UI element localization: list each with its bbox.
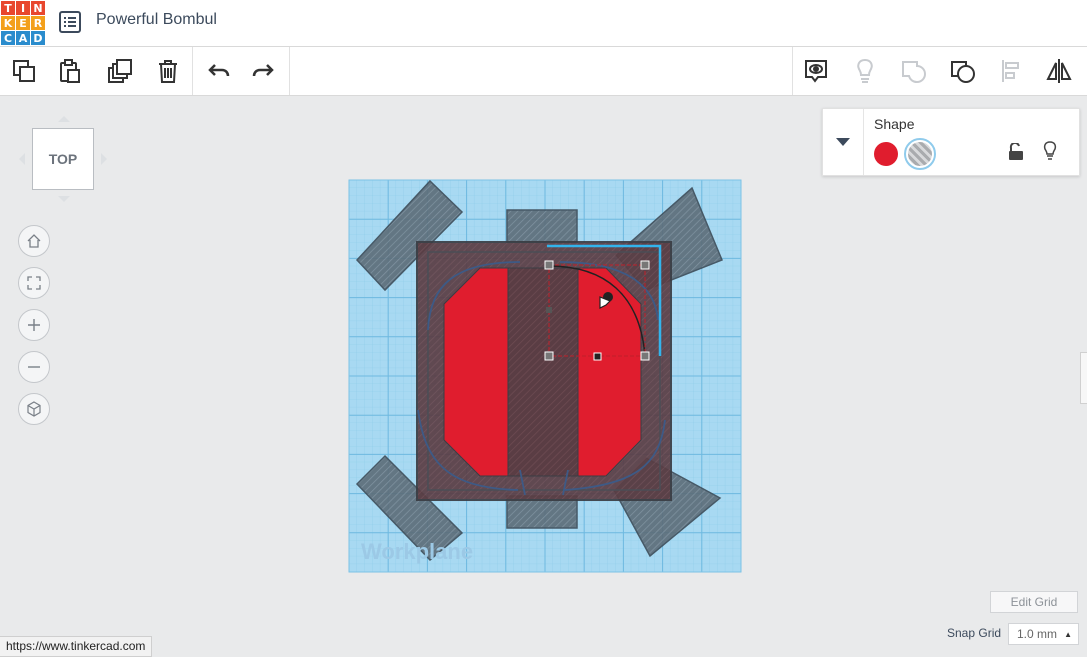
- status-bar-url: https://www.tinkercad.com: [0, 636, 153, 657]
- inspector-title: Shape: [874, 116, 915, 132]
- workplane-scene[interactable]: [0, 0, 1087, 655]
- hole-swatch[interactable]: [904, 138, 936, 170]
- lock-icon[interactable]: [1008, 141, 1024, 166]
- snap-grid-label: Snap Grid: [947, 626, 1002, 640]
- light-bulb-icon[interactable]: [1042, 141, 1058, 166]
- workplane-label: Workplane: [361, 539, 474, 564]
- solid-color-swatch[interactable]: [874, 142, 898, 166]
- collapse-inspector-button[interactable]: [823, 109, 864, 175]
- center-divider: [507, 267, 579, 477]
- side-panel-tab[interactable]: [1080, 352, 1087, 404]
- edit-grid-button[interactable]: Edit Grid: [990, 591, 1078, 613]
- shape-inspector: Shape: [822, 108, 1080, 176]
- snap-grid-select[interactable]: 1.0 mm ▲: [1008, 623, 1079, 645]
- caret-up-icon: ▲: [1064, 630, 1072, 639]
- left-red-slot: [443, 267, 509, 477]
- chevron-down-icon: [836, 138, 850, 146]
- snap-grid-value: 1.0 mm: [1017, 627, 1058, 641]
